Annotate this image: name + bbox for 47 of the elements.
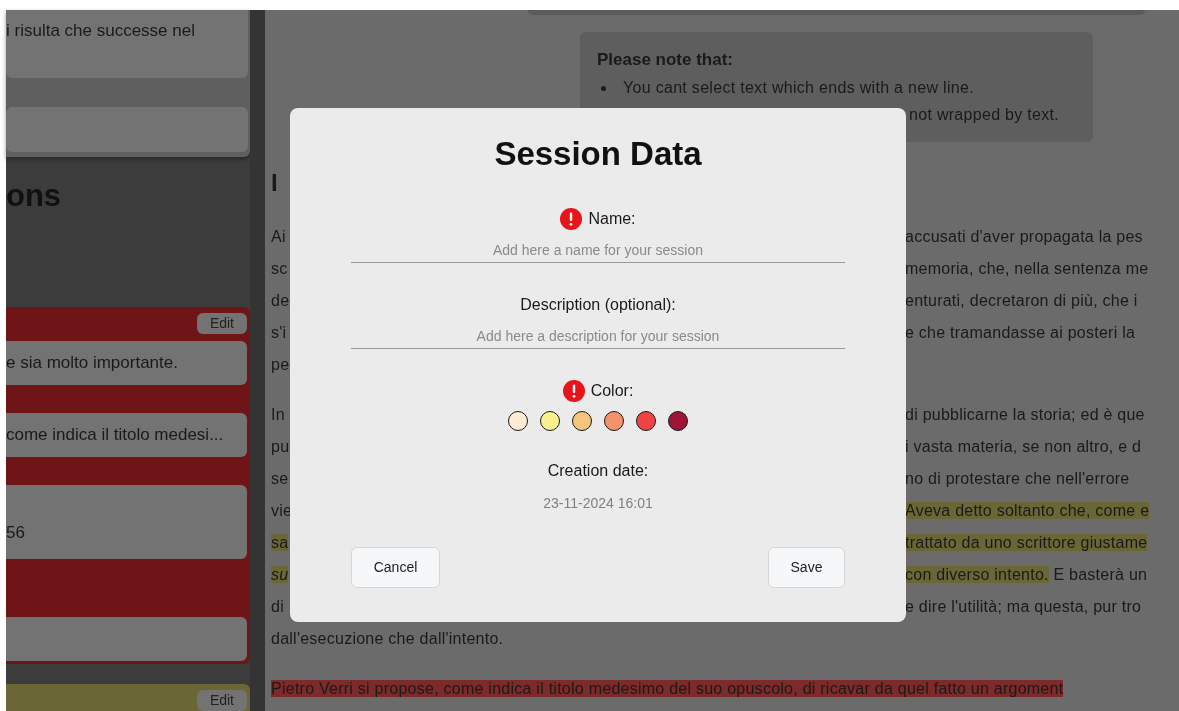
color-swatch[interactable] xyxy=(540,411,560,431)
field-label: Description (optional): xyxy=(520,295,676,315)
text-line: memoria, che, nella sentenza me xyxy=(905,259,1149,279)
color-swatch[interactable] xyxy=(604,411,624,431)
creation-date: 23-11-2024 16:01 xyxy=(543,494,653,513)
annotation-card[interactable]: come indica il titolo medesi... xyxy=(6,413,247,457)
text-field[interactable]: Add here a description for your session xyxy=(351,323,845,349)
text-line: de xyxy=(271,292,290,309)
text-line: se xyxy=(271,470,289,487)
edit-button[interactable]: Edit xyxy=(196,313,247,334)
dialog-title: Session Data xyxy=(494,134,702,174)
color-swatch[interactable] xyxy=(668,411,688,431)
annotation-card[interactable]: e sia molto importante. xyxy=(6,341,247,385)
text-line: no di protestare che nell'errore xyxy=(905,469,1130,489)
text-line: s'i xyxy=(271,324,287,341)
text-line: e che tramandasse ai posteri la xyxy=(905,323,1136,343)
save-button[interactable]: Save xyxy=(768,547,845,588)
text-field[interactable]: Add here a name for your session xyxy=(351,237,845,263)
note-text: not wrapped by text. xyxy=(909,106,1060,123)
alert-icon xyxy=(562,380,585,402)
text-line: enturati, decretaron di più, che i xyxy=(905,291,1138,311)
color-swatch[interactable] xyxy=(508,411,528,431)
field-label: Color: xyxy=(590,381,634,401)
note-title: Please note that: xyxy=(597,50,735,70)
text-line: di xyxy=(271,598,284,615)
color-swatch[interactable] xyxy=(572,411,592,431)
text-line: di pubblicarne la storia; ed è que xyxy=(905,405,1145,425)
alert-icon xyxy=(560,208,583,230)
field-label: Name: xyxy=(588,209,636,229)
field-label: Creation date: xyxy=(547,461,649,481)
text-line: In xyxy=(271,406,285,423)
text-line: dall'esecuzione che dall'intento. xyxy=(271,630,504,647)
text-line: i vasta materia, se non altro, e d xyxy=(905,437,1142,457)
text-line: pe xyxy=(271,356,290,373)
note-text: You cant select text which ends with a new line. xyxy=(623,78,974,98)
text-line: sc xyxy=(271,260,288,277)
section-heading: I xyxy=(271,168,279,198)
cancel-button[interactable]: Cancel xyxy=(351,547,440,588)
text-line: con diverso intento. E basterà un xyxy=(905,565,1148,585)
note-card: i risulta che successe nel xyxy=(6,10,248,78)
text-line: pu xyxy=(271,438,290,455)
text-line: e dire l'utilità; ma questa, pur tro xyxy=(905,597,1142,617)
annotation-card[interactable]: 56 xyxy=(6,485,247,559)
text-line: accusati d'aver propagata la pes xyxy=(905,227,1143,247)
color-swatch[interactable] xyxy=(636,411,656,431)
text-line: Ai xyxy=(271,228,286,245)
edit-button[interactable]: Edit xyxy=(196,690,247,711)
